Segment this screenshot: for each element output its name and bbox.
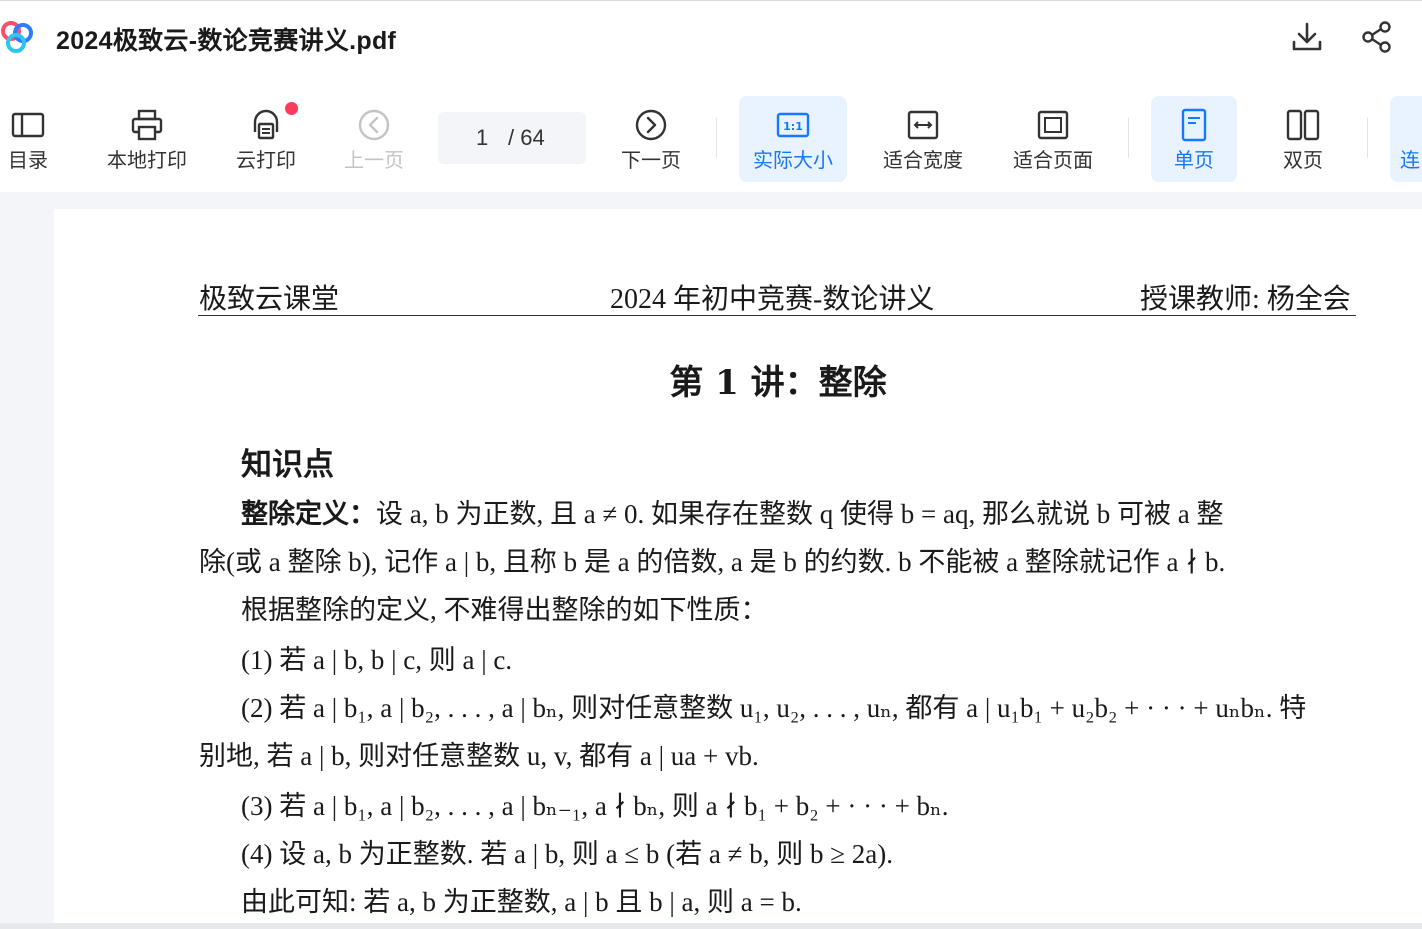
text-line: 由此可知: 若 a, b 为正整数, a | b 且 b | a, 则 a = …: [241, 887, 802, 917]
actual-size-label: 实际大小: [753, 148, 833, 172]
fit-width-icon: [906, 108, 940, 142]
single-page-icon: [1177, 108, 1211, 142]
text-line: 整除定义：设 a, b 为正数, 且 a ≠ 0. 如果存在整数 q 使得 b …: [241, 492, 1223, 531]
header-center: 2024 年初中竞赛-数论讲义: [610, 284, 935, 315]
text-line: 根据整除的定义, 不难得出整除的如下性质：: [241, 595, 768, 625]
toc-label: 目录: [8, 148, 48, 172]
fit-width-label: 适合宽度: [883, 148, 963, 172]
title-bar: 2024极致云-数论竞赛讲义.pdf: [0, 0, 1422, 76]
header-rule: [198, 315, 1356, 316]
baidu-netdisk-logo-icon: [0, 19, 36, 55]
property-4: (4) 设 a, b 为正整数. 若 a | b, 则 a ≤ b (若 a ≠…: [241, 839, 893, 869]
page-number-input[interactable]: 1 / 64: [438, 112, 586, 164]
chevron-left-circle-icon: [357, 108, 391, 142]
cloud-printer-icon: [249, 108, 283, 142]
header-left: 极致云课堂: [199, 284, 340, 315]
local-print-button[interactable]: 本地打印: [96, 96, 198, 182]
lecture-title-text: 第 1 讲：整除: [669, 363, 887, 403]
share-icon[interactable]: [1360, 20, 1394, 54]
text-line: 除(或 a 整除 b), 记作 a | b, 且称 b 是 a 的倍数, a 是…: [199, 547, 1226, 577]
next-page-label: 下一页: [621, 148, 681, 172]
double-page-icon: [1286, 108, 1320, 142]
cloud-print-button[interactable]: 云打印: [224, 96, 308, 182]
fit-page-button[interactable]: 适合页面: [1000, 96, 1106, 182]
local-print-label: 本地打印: [107, 148, 187, 172]
total-pages: / 64: [508, 125, 545, 150]
property-2: (2) 若 a | b₁, a | b₂, . . . , a | bₙ, 则对…: [241, 693, 1307, 723]
prev-page-label: 上一页: [344, 148, 404, 172]
printer-icon: [130, 108, 164, 142]
toolbar-divider: [1367, 118, 1368, 158]
text-line: 别地, 若 a | b, 则对任意整数 u, v, 都有 a | ua + vb…: [199, 741, 759, 771]
download-icon[interactable]: [1290, 20, 1324, 54]
bottom-scroll-area: [0, 923, 1422, 929]
definition-text: 设 a, b 为正数, 且 a ≠ 0. 如果存在整数 q 使得 b = aq,…: [376, 499, 1224, 529]
property-3: (3) 若 a | b₁, a | b₂, . . . , a | bₙ₋₁, …: [241, 791, 949, 821]
definition-label: 整除定义：: [241, 499, 376, 530]
header-right: 授课教师: 杨全会: [1140, 284, 1351, 315]
prev-page-button[interactable]: 上一页: [332, 96, 416, 182]
cloud-print-label: 云打印: [236, 148, 296, 172]
toolbar-divider: [1128, 118, 1129, 158]
svg-text:1:1: 1:1: [783, 120, 803, 133]
section-title: 知识点: [241, 447, 334, 483]
current-page[interactable]: 1: [476, 112, 488, 164]
toc-button[interactable]: 目录: [0, 96, 58, 182]
document-title: 2024极致云-数论竞赛讲义.pdf: [56, 27, 397, 55]
lecture-title: 第 1 讲：整除: [54, 355, 1422, 404]
continuous-page-label: 连: [1400, 148, 1420, 172]
chevron-right-circle-icon: [634, 108, 668, 142]
double-page-label: 双页: [1283, 148, 1323, 172]
fit-page-label: 适合页面: [1013, 148, 1093, 172]
single-page-label: 单页: [1174, 148, 1214, 172]
toolbar: 目录 本地打印 云打印 上一页 1 / 64 下一页 1:1 实际大小 适合宽度…: [0, 76, 1422, 192]
toc-icon: [11, 108, 45, 142]
toolbar-divider: [716, 118, 717, 158]
fit-page-icon: [1036, 108, 1070, 142]
next-page-button[interactable]: 下一页: [608, 96, 694, 182]
property-1: (1) 若 a | b, b | c, 则 a | c.: [241, 645, 513, 675]
actual-size-icon: 1:1: [776, 108, 810, 142]
notification-dot: [285, 102, 298, 115]
continuous-page-button[interactable]: 连: [1390, 96, 1422, 182]
double-page-button[interactable]: 双页: [1260, 96, 1346, 182]
single-page-button[interactable]: 单页: [1151, 96, 1237, 182]
pdf-page: 极致云课堂 2024 年初中竞赛-数论讲义 授课教师: 杨全会 第 1 讲：整除…: [54, 209, 1422, 923]
fit-width-button[interactable]: 适合宽度: [870, 96, 976, 182]
actual-size-button[interactable]: 1:1 实际大小: [739, 96, 847, 182]
